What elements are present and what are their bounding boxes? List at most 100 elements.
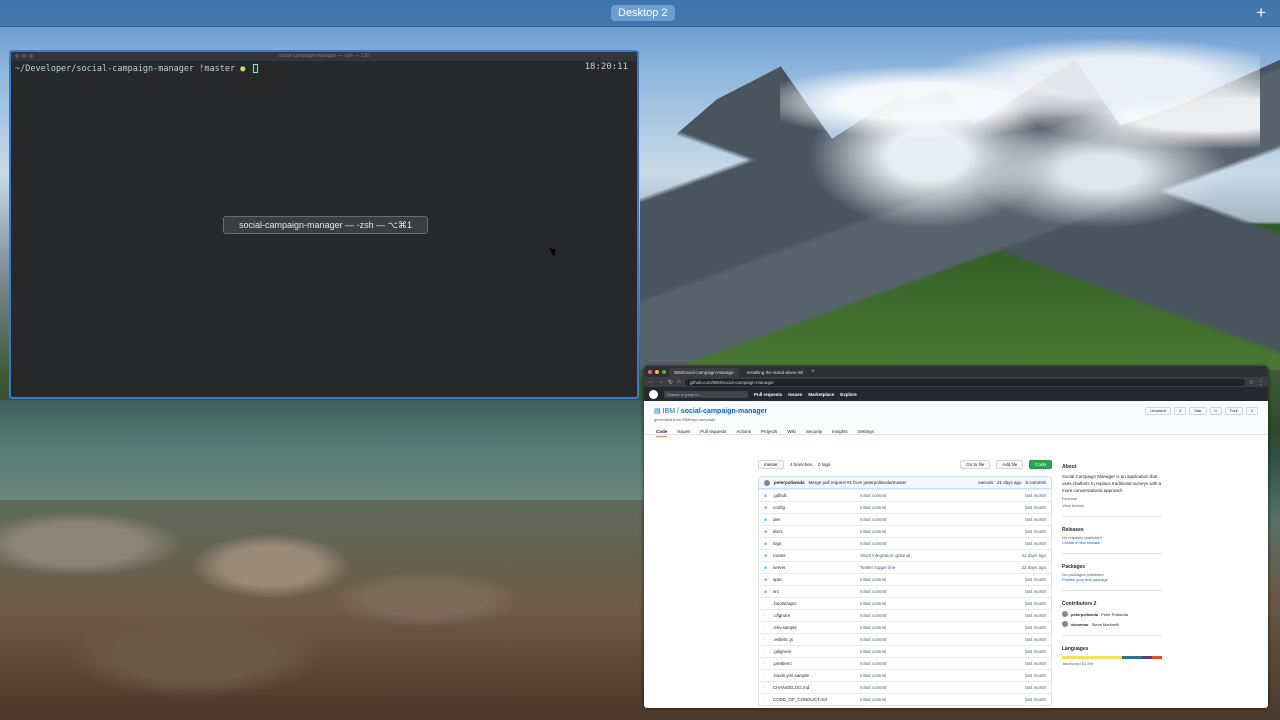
forward-icon[interactable]: → [658, 379, 664, 385]
close-dot-icon[interactable] [648, 369, 652, 374]
file-commit-message[interactable]: Initial commit [860, 673, 1025, 678]
commit-count[interactable]: 8 commits [1025, 480, 1046, 485]
table-row[interactable]: ■ config Initial commit last month [759, 501, 1051, 513]
file-commit-message[interactable]: Initial commit [860, 541, 1025, 546]
add-file-button[interactable]: Add file [996, 459, 1024, 469]
file-commit-message[interactable]: Initial commit [860, 637, 1025, 642]
commit-hash[interactable]: eaecda [978, 480, 993, 485]
file-name[interactable]: .eslintrc.js [770, 637, 860, 642]
menu-icon[interactable]: ⋮ [1258, 379, 1264, 386]
file-name[interactable]: routes [770, 553, 860, 558]
table-row[interactable]: ■ logs Initial commit last month [759, 537, 1051, 549]
create-release-link[interactable]: Create a new release [1062, 540, 1162, 545]
table-row[interactable]: ▫ CODE_OF_CONDUCT.md Initial commit last mo… [759, 693, 1051, 705]
file-name[interactable]: src [770, 589, 860, 594]
fork-button[interactable]: Fork [1224, 407, 1243, 415]
tab-projects[interactable]: Projects [761, 429, 777, 437]
table-row[interactable]: ▫ .prettierrc Initial commit last month [759, 657, 1051, 669]
table-row[interactable]: ▫ .travis.yml.sample Initial commit last mo… [759, 669, 1051, 681]
table-row[interactable]: ▫ .bootstraprc Initial commit last month [759, 597, 1051, 609]
avatar[interactable] [764, 479, 770, 486]
file-name[interactable]: docs [770, 529, 860, 534]
file-commit-message[interactable]: Twitter logger line [860, 565, 1021, 570]
file-commit-message[interactable]: Initial commit [860, 589, 1025, 594]
star-count[interactable]: 0 [1209, 407, 1222, 415]
packages-heading[interactable]: Packages [1062, 564, 1162, 570]
github-search-input[interactable]: Search or jump to... [664, 390, 748, 398]
table-row[interactable]: ■ src Initial commit last month [759, 585, 1051, 597]
file-name[interactable]: CHANGELOG.md [770, 685, 860, 690]
table-row[interactable]: ▫ .gitignore Initial commit last month [759, 645, 1051, 657]
star-button[interactable]: Star [1189, 407, 1207, 415]
tags-link[interactable]: 0 tags [818, 462, 830, 467]
file-name[interactable]: .github [770, 493, 860, 498]
tab-settings[interactable]: Settings [858, 429, 874, 437]
terminal-window[interactable]: social-campaign-manager — -zsh — 130 ~/D… [9, 50, 639, 399]
readme-link[interactable]: Readme [1062, 496, 1162, 501]
table-row[interactable]: ■ server Twitter logger line 22 days ago [759, 561, 1051, 573]
watch-count[interactable]: 3 [1173, 407, 1187, 415]
contributor[interactable]: peterpoliwoda Peter Poliwoda [1062, 611, 1162, 617]
file-name[interactable]: config [770, 505, 860, 510]
file-commit-message[interactable]: Initial commit [860, 661, 1025, 666]
go-to-file-button[interactable]: Go to file [960, 459, 991, 469]
file-name[interactable]: .prettierrc [770, 661, 860, 666]
file-name[interactable]: .gitignore [770, 649, 860, 654]
publish-package-link[interactable]: Publish your first package [1062, 577, 1162, 582]
file-commit-message[interactable]: Initial commit [860, 613, 1025, 618]
table-row[interactable]: ▫ .cfignore Initial commit last month [759, 609, 1051, 621]
minimize-dot-icon[interactable] [22, 54, 26, 58]
nav-pull-requests[interactable]: Pull requests [754, 392, 782, 397]
table-row[interactable]: ■ docs Initial commit last month [759, 525, 1051, 537]
new-tab-icon[interactable]: + [811, 369, 815, 375]
unwatch-button[interactable]: Unwatch [1145, 407, 1171, 415]
tab-actions[interactable]: Actions [736, 429, 751, 437]
zoom-dot-icon[interactable] [29, 54, 33, 58]
file-commit-message[interactable]: Initial commit [860, 625, 1025, 630]
file-commit-message[interactable]: Initial commit [860, 505, 1025, 510]
tab-security[interactable]: Security [806, 429, 822, 437]
tab-code[interactable]: Code [656, 429, 668, 437]
repo-name[interactable]: social-campaign-manager [681, 408, 767, 415]
table-row[interactable]: ■ spec Initial commit last month [759, 573, 1051, 585]
table-row[interactable]: ■ .github Initial commit last month [759, 489, 1051, 501]
file-name[interactable]: logs [770, 541, 860, 546]
github-logo-icon[interactable] [649, 389, 658, 399]
tab-wiki[interactable]: Wiki [787, 429, 796, 437]
file-commit-message[interactable]: Initial commit [860, 577, 1025, 582]
close-dot-icon[interactable] [15, 54, 19, 58]
nav-explore[interactable]: Explore [840, 392, 857, 397]
desktop-label[interactable]: Desktop 2 [611, 5, 675, 21]
contributors-heading[interactable]: Contributors 2 [1062, 601, 1162, 607]
table-row[interactable]: ▫ .eslintrc.js Initial commit last month [759, 633, 1051, 645]
file-name[interactable]: server [770, 565, 860, 570]
file-name[interactable]: .cfignore [770, 613, 860, 618]
nav-marketplace[interactable]: Marketplace [808, 392, 834, 397]
table-row[interactable]: ▫ CHANGELOG.md Initial commit last month [759, 681, 1051, 693]
browser-window[interactable]: IBM/social-campaign-manage Installing th… [644, 366, 1268, 708]
file-commit-message[interactable]: Initial commit [860, 685, 1025, 690]
file-name[interactable]: dev [770, 517, 860, 522]
tab-pull-requests[interactable]: Pull requests [700, 429, 726, 437]
commit-message[interactable]: Merge pull request #1 from peterpoliwoda… [809, 480, 907, 485]
minimize-dot-icon[interactable] [655, 369, 659, 374]
repo-owner[interactable]: IBM [663, 408, 675, 415]
browser-tab[interactable]: Installing the stand-alone Wi [742, 368, 809, 377]
file-name[interactable]: spec [770, 577, 860, 582]
code-button[interactable]: Code [1029, 459, 1052, 469]
file-commit-message[interactable]: Initial commit [860, 529, 1025, 534]
file-commit-message[interactable]: Slack integration optional [860, 553, 1021, 558]
file-name[interactable]: CODE_OF_CONDUCT.md [770, 697, 860, 702]
file-commit-message[interactable]: Initial commit [860, 697, 1025, 702]
branch-select[interactable]: master [758, 459, 784, 469]
tab-issues[interactable]: Issues [677, 429, 690, 437]
table-row[interactable]: ■ dev Initial commit last month [759, 513, 1051, 525]
releases-heading[interactable]: Releases [1062, 527, 1162, 533]
file-name[interactable]: .travis.yml.sample [770, 673, 860, 678]
plus-icon[interactable]: + [1256, 3, 1266, 23]
browser-tab[interactable]: IBM/social-campaign-manage [669, 368, 739, 377]
table-row[interactable]: ■ routes Slack integration optional 22 days… [759, 549, 1051, 561]
file-commit-message[interactable]: Initial commit [860, 517, 1025, 522]
branches-link[interactable]: 4 branches [790, 462, 812, 467]
contributor[interactable]: stevemar Steve Martinelli [1062, 621, 1162, 627]
